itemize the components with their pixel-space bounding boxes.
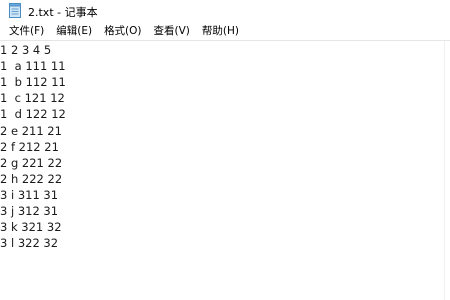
menu-format[interactable]: 格式(O): [98, 22, 147, 40]
text-line: 1 d 122 12: [0, 107, 66, 121]
menu-bar: 文件(F) 编辑(E) 格式(O) 查看(V) 帮助(H): [0, 22, 450, 40]
menu-file[interactable]: 文件(F): [0, 22, 50, 40]
notepad-icon: [9, 3, 21, 18]
menu-view[interactable]: 查看(V): [148, 22, 196, 40]
menu-edit[interactable]: 编辑(E): [50, 22, 98, 40]
window-title: 2.txt - 记事本: [28, 6, 98, 19]
menu-help[interactable]: 帮助(H): [196, 22, 245, 40]
vertical-scrollbar[interactable]: [444, 41, 450, 300]
text-editor[interactable]: 1 2 3 4 5 1 a 111 11 1 b 112 11 1 c 121 …: [0, 40, 450, 300]
text-line: 3 l 322 32: [0, 236, 59, 250]
notepad-window: 2.txt - 记事本 文件(F) 编辑(E) 格式(O) 查看(V) 帮助(H…: [0, 0, 450, 300]
title-bar[interactable]: 2.txt - 记事本: [0, 0, 450, 22]
document-text-area[interactable]: 1 2 3 4 5 1 a 111 11 1 b 112 11 1 c 121 …: [0, 41, 440, 300]
